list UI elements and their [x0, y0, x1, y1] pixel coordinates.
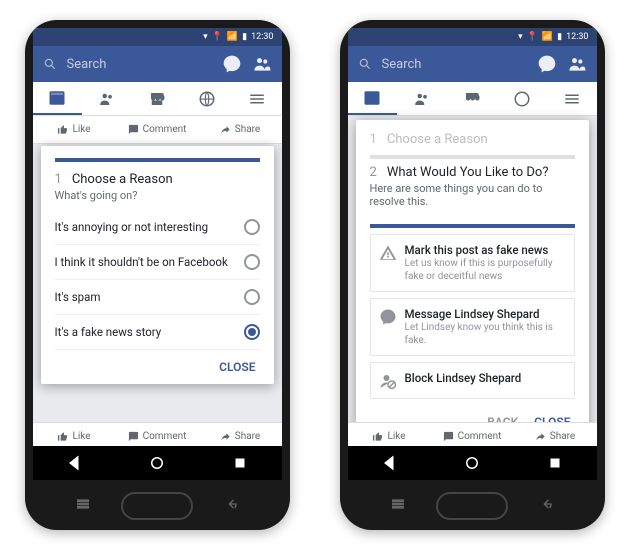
step-number: 1	[55, 172, 62, 187]
soft-back-icon[interactable]	[539, 496, 555, 512]
comment-icon	[128, 124, 139, 135]
option-label: I think it shouldn't be on Facebook	[55, 255, 228, 269]
radio-icon	[244, 289, 260, 305]
card-title: Mark this post as fake news	[405, 243, 566, 257]
messenger-icon[interactable]	[537, 54, 557, 74]
share-icon	[220, 124, 231, 135]
tab-globe[interactable]	[497, 82, 547, 115]
back-icon[interactable]	[65, 454, 83, 472]
comment-icon	[128, 431, 139, 442]
soft-back-icon[interactable]	[224, 496, 240, 512]
like-icon	[57, 431, 68, 442]
warn-icon	[379, 244, 397, 262]
option-label: It's annoying or not interesting	[55, 220, 209, 234]
tab-feed[interactable]	[33, 82, 83, 115]
report-option[interactable]: It's annoying or not interesting	[55, 210, 260, 245]
status-bar: ▾📍📶▮12:30	[33, 28, 282, 46]
app-header: Search	[348, 46, 597, 82]
soft-menu-icon[interactable]	[75, 496, 91, 512]
report-option[interactable]: It's spam	[55, 280, 260, 315]
hardware-home[interactable]	[121, 492, 193, 520]
search-icon	[43, 57, 57, 71]
card-subtitle: Let us know if this is purposefully fake…	[405, 257, 566, 283]
android-nav	[33, 446, 282, 480]
step-number: 2	[370, 165, 377, 180]
tab-marketplace[interactable]	[132, 82, 182, 115]
post-action-bar: Like Comment Share	[33, 116, 282, 144]
friends-icon[interactable]	[567, 54, 587, 74]
messenger-icon[interactable]	[222, 54, 242, 74]
report-option[interactable]: I think it shouldn't be on Facebook	[55, 245, 260, 280]
tab-globe[interactable]	[182, 82, 232, 115]
step1-inactive[interactable]: 1 Choose a Reason	[370, 132, 575, 159]
friends-icon[interactable]	[252, 54, 272, 74]
phone-left: ▾📍📶▮12:30 Search Like Comment Share 1 Ch…	[25, 20, 290, 530]
tab-friends[interactable]	[82, 82, 132, 115]
step-title: What Would You Like to Do?	[387, 165, 549, 180]
recent-icon[interactable]	[231, 454, 249, 472]
app-header: Search	[33, 46, 282, 82]
radio-icon	[244, 324, 260, 340]
tab-friends[interactable]	[397, 82, 447, 115]
action-card[interactable]: Mark this post as fake newsLet us know i…	[370, 234, 575, 292]
clock: 12:30	[566, 32, 588, 42]
report-dialog: 1 Choose a Reason What's going on? It's …	[41, 146, 274, 384]
block-icon	[379, 372, 397, 390]
back-icon[interactable]	[380, 454, 398, 472]
action-card[interactable]: Message Lindsey ShepardLet Lindsey know …	[370, 298, 575, 356]
option-label: It's spam	[55, 290, 101, 304]
status-bar: ▾📍📶▮12:30	[348, 28, 597, 46]
tab-marketplace[interactable]	[447, 82, 497, 115]
report-option[interactable]: It's a fake news story	[55, 315, 260, 350]
recent-icon[interactable]	[546, 454, 564, 472]
tab-feed[interactable]	[348, 82, 398, 115]
msg-icon	[379, 308, 397, 326]
step-title: Choose a Reason	[72, 172, 173, 187]
search-icon	[358, 57, 372, 71]
tab-bar	[33, 82, 282, 116]
card-title: Message Lindsey Shepard	[405, 307, 566, 321]
share-button[interactable]: Share	[199, 116, 282, 143]
action-card[interactable]: Block Lindsey Shepard	[370, 362, 575, 399]
clock: 12:30	[251, 32, 273, 42]
card-subtitle: Let Lindsey know you think this is fake.	[405, 321, 566, 347]
hardware-home[interactable]	[436, 492, 508, 520]
like-button[interactable]: Like	[33, 116, 116, 143]
close-button[interactable]: CLOSE	[219, 360, 255, 374]
tab-menu[interactable]	[232, 82, 282, 115]
share-icon	[220, 431, 231, 442]
report-dialog-step2: 1 Choose a Reason 2 What Would You Like …	[356, 120, 589, 439]
home-icon[interactable]	[148, 454, 166, 472]
radio-icon	[244, 219, 260, 235]
search-input[interactable]: Search	[67, 57, 212, 72]
option-label: It's a fake news story	[55, 325, 162, 339]
soft-menu-icon[interactable]	[390, 496, 406, 512]
step-subtitle: Here are some things you can do to resol…	[370, 182, 575, 208]
tab-bar	[348, 82, 597, 116]
step-subtitle: What's going on?	[55, 189, 260, 202]
search-input[interactable]: Search	[382, 57, 527, 72]
tab-menu[interactable]	[547, 82, 597, 115]
radio-icon	[244, 254, 260, 270]
card-title: Block Lindsey Shepard	[405, 371, 522, 385]
phone-right: ▾📍📶▮12:30 Search 1 Choose a Reason 2 Wha…	[340, 20, 605, 530]
android-nav	[348, 446, 597, 480]
like-icon	[57, 124, 68, 135]
comment-button[interactable]: Comment	[116, 116, 199, 143]
home-icon[interactable]	[463, 454, 481, 472]
